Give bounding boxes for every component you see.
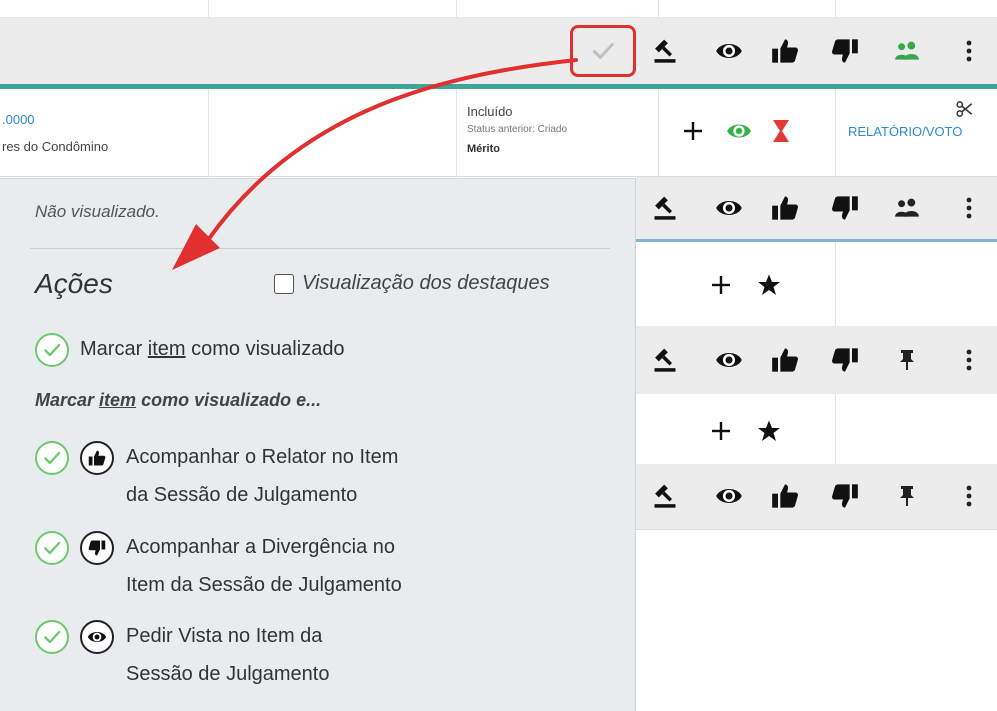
table-row bbox=[636, 242, 997, 326]
highlights-checkbox[interactable] bbox=[274, 273, 294, 294]
eye-icon[interactable] bbox=[712, 479, 746, 513]
thumbs-up-icon[interactable] bbox=[768, 191, 802, 225]
gavel-icon[interactable] bbox=[648, 479, 682, 513]
check-icon[interactable] bbox=[35, 620, 69, 654]
top-strip bbox=[0, 0, 997, 18]
thumbs-up-icon[interactable] bbox=[768, 479, 802, 513]
highlights-toggle[interactable]: Visualização dos destaques bbox=[274, 272, 550, 295]
star-icon[interactable] bbox=[752, 268, 786, 302]
thumbs-down-icon[interactable] bbox=[828, 343, 862, 377]
more-vertical-icon[interactable] bbox=[952, 343, 986, 377]
report-link[interactable]: RELATÓRIO/VOTO bbox=[848, 124, 962, 139]
row-status-previous: Status anterior: Criado bbox=[467, 124, 568, 135]
follow-divergence-action[interactable]: Acompanhar a Divergência no bbox=[126, 536, 395, 559]
item-toolbar bbox=[636, 464, 997, 530]
more-vertical-icon[interactable] bbox=[952, 191, 986, 225]
eye-icon[interactable] bbox=[712, 34, 746, 68]
follow-rapporteur-action-line2[interactable]: da Sessão de Julgamento bbox=[126, 484, 357, 507]
row-amount[interactable]: .0000 bbox=[2, 112, 35, 127]
thumbs-down-icon[interactable] bbox=[80, 531, 114, 565]
item-toolbar bbox=[636, 326, 997, 394]
follow-rapporteur-action[interactable]: Acompanhar o Relator no Item bbox=[126, 446, 398, 469]
thumbs-up-icon[interactable] bbox=[80, 441, 114, 475]
thumbs-up-icon[interactable] bbox=[768, 34, 802, 68]
plus-icon[interactable] bbox=[676, 114, 710, 148]
thumbs-down-icon[interactable] bbox=[828, 191, 862, 225]
thumbs-down-icon[interactable] bbox=[828, 34, 862, 68]
view-status-note: Não visualizado. bbox=[35, 202, 160, 221]
request-view-action[interactable]: Pedir Vista no Item da bbox=[126, 625, 322, 648]
row-party: res do Condômino bbox=[2, 139, 109, 154]
more-vertical-icon[interactable] bbox=[952, 34, 986, 68]
eye-icon[interactable] bbox=[722, 114, 756, 148]
actions-title: Ações bbox=[35, 268, 113, 299]
row-category: Mérito bbox=[467, 143, 500, 155]
mark-viewed-action[interactable]: Marcar item como visualizado bbox=[80, 338, 345, 361]
thumbs-up-icon[interactable] bbox=[768, 343, 802, 377]
eye-icon[interactable] bbox=[80, 620, 114, 654]
gavel-icon[interactable] bbox=[648, 34, 682, 68]
follow-divergence-action-line2[interactable]: Item da Sessão de Julgamento bbox=[126, 574, 402, 597]
plus-icon[interactable] bbox=[704, 414, 738, 448]
gavel-icon[interactable] bbox=[648, 191, 682, 225]
scissors-icon[interactable] bbox=[948, 92, 982, 126]
pin-icon[interactable] bbox=[890, 479, 924, 513]
plus-icon[interactable] bbox=[704, 268, 738, 302]
row-status: Incluído bbox=[467, 104, 513, 119]
check-icon[interactable] bbox=[35, 441, 69, 475]
pin-icon[interactable] bbox=[890, 343, 924, 377]
request-view-action-line2[interactable]: Sessão de Julgamento bbox=[126, 663, 329, 686]
thumbs-down-icon[interactable] bbox=[828, 479, 862, 513]
item-toolbar bbox=[636, 177, 997, 239]
check-icon[interactable] bbox=[35, 333, 69, 367]
group-icon[interactable] bbox=[890, 191, 924, 225]
eye-icon[interactable] bbox=[712, 343, 746, 377]
mark-viewed-and-heading: Marcar item como visualizado e... bbox=[35, 390, 322, 410]
eye-icon[interactable] bbox=[712, 191, 746, 225]
gavel-icon[interactable] bbox=[648, 343, 682, 377]
hourglass-icon[interactable] bbox=[764, 114, 798, 148]
group-icon[interactable] bbox=[890, 34, 924, 68]
check-icon[interactable] bbox=[35, 531, 69, 565]
star-icon[interactable] bbox=[752, 414, 786, 448]
divider bbox=[30, 248, 610, 249]
more-vertical-icon[interactable] bbox=[952, 479, 986, 513]
highlights-label: Visualização dos destaques bbox=[302, 272, 550, 294]
check-icon bbox=[590, 38, 616, 64]
mark-viewed-button[interactable] bbox=[570, 25, 636, 77]
table-row bbox=[636, 394, 997, 464]
